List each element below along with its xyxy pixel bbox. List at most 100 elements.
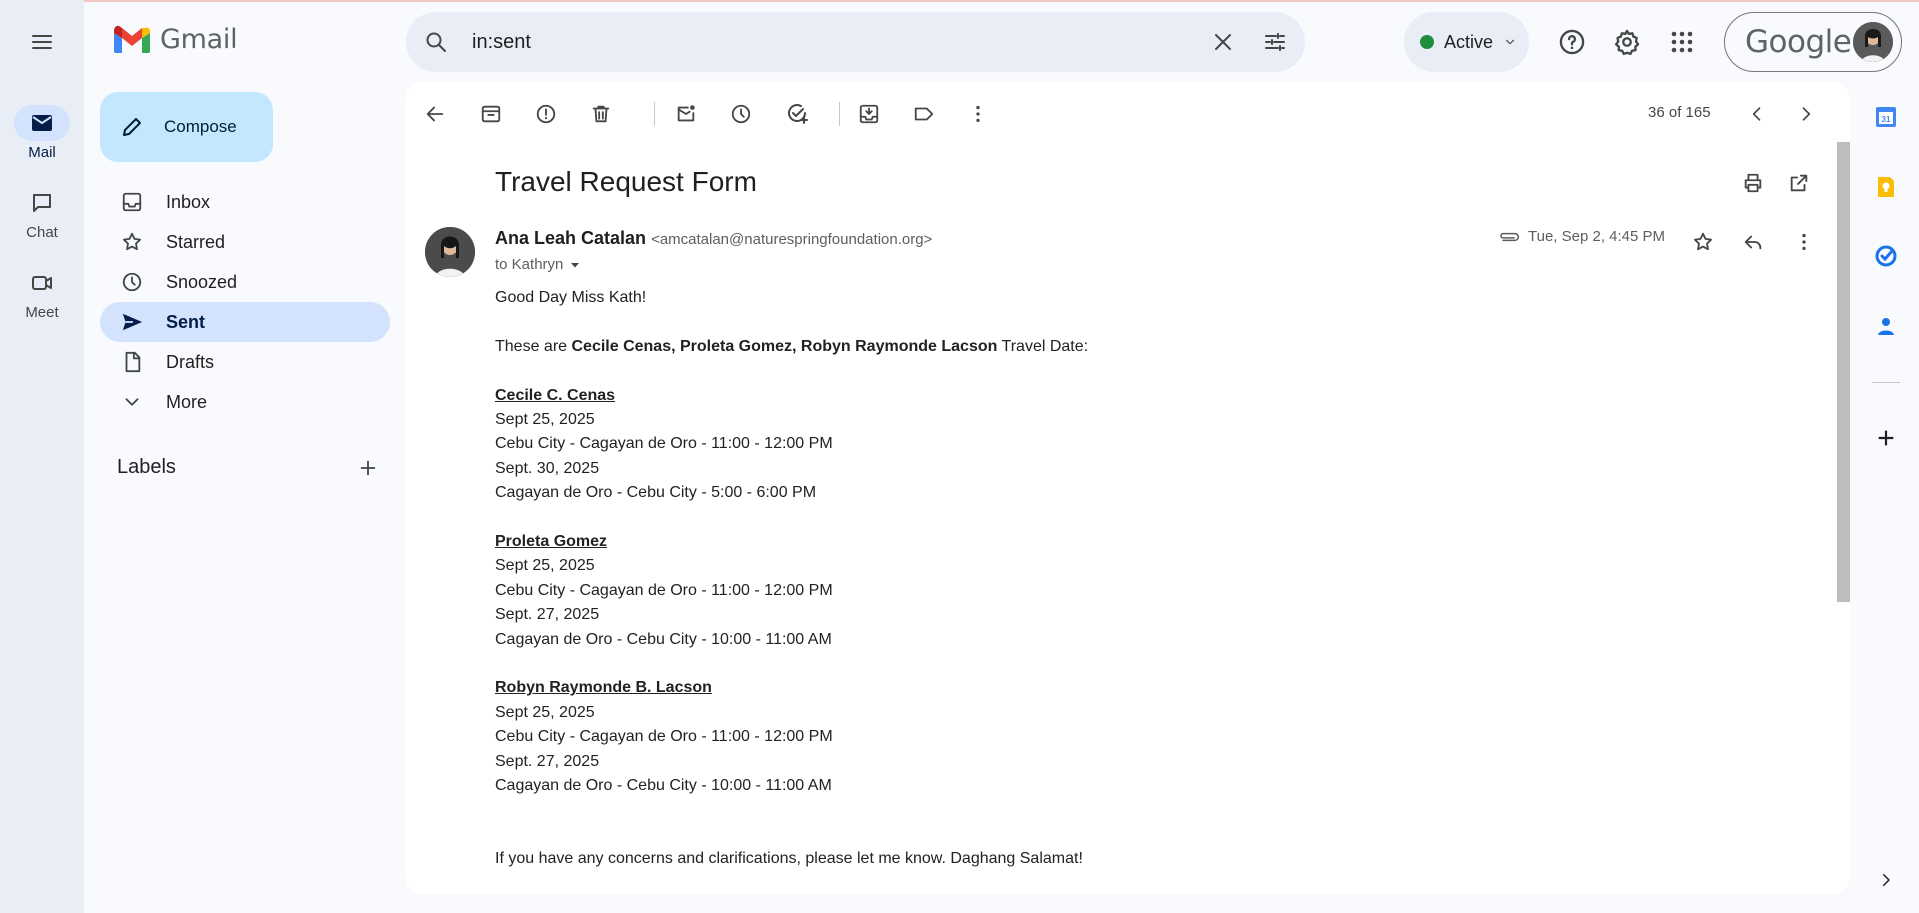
person-name: Proleta Gomez [495,533,608,551]
apps-button[interactable] [1666,26,1698,58]
travel-line: Cagayan de Oro - Cebu City - 5:00 - 6:00… [495,484,817,502]
travel-line: Sept. 30, 2025 [495,459,600,477]
archive-icon [481,105,501,123]
delete-button[interactable] [587,100,615,128]
more-actions-button[interactable] [964,100,992,128]
chevron-right-icon [1802,107,1811,121]
calendar-app-button[interactable]: 31 [1871,102,1901,132]
compose-button[interactable]: Compose [100,92,273,162]
intro-line: These are Cecile Cenas, Proleta Gomez, R… [495,337,1089,355]
chevron-left-icon [1752,107,1761,121]
top-accent-line [0,0,1919,2]
chevron-down-icon [1505,39,1515,45]
archive-button[interactable] [477,100,505,128]
scrollbar[interactable] [1837,142,1850,602]
support-button[interactable] [1556,26,1588,58]
clear-search-button[interactable] [1211,30,1235,54]
email-body: Good Day Miss Kath! These are Cecile Cen… [495,286,1695,872]
reply-button[interactable] [1738,227,1768,257]
travel-line: Cebu City - Cagayan de Oro - 11:00 - 12:… [495,435,833,453]
reply-icon [1744,235,1762,250]
mark-unread-button[interactable] [672,100,700,128]
add-label-button[interactable] [357,457,379,479]
closing-line: If you have any concerns and clarificati… [495,850,1083,868]
caret-down-icon [571,262,580,267]
message-more-button[interactable] [1789,227,1819,257]
travel-line: Sept 25, 2025 [495,557,595,575]
rail-item-meet[interactable]: Meet [0,265,84,321]
search-input[interactable] [472,30,1211,54]
nav-item-snoozed[interactable]: Snoozed [100,262,390,302]
mark-unread-icon [677,105,695,122]
calendar-day: 31 [1882,115,1891,124]
intro-names: Cecile Cenas, Proleta Gomez, Robyn Raymo… [571,337,998,355]
get-addons-button[interactable] [1871,423,1901,453]
gmail-logo[interactable]: Gmail [112,24,238,55]
gmail-m-icon [114,25,150,53]
status-dot [1420,35,1434,49]
nav-label-starred: Starred [166,231,226,252]
help-icon [1559,29,1585,55]
chevron-down-icon [125,398,139,406]
nav-item-starred[interactable]: Starred [100,222,390,262]
search-icon [426,32,446,52]
contacts-app-button[interactable] [1871,311,1901,341]
sender-name[interactable]: Ana Leah Catalan [495,228,646,248]
rail-item-mail[interactable]: Mail [0,105,84,161]
nav-item-inbox[interactable]: Inbox [100,182,390,222]
rail-label-meet: Meet [25,304,59,321]
expand-side-panel-button[interactable] [1871,865,1901,895]
gmail-wordmark: Gmail [160,24,238,55]
chat-icon [33,194,51,212]
star-icon [123,232,141,251]
message-meta: Tue, Sep 2, 4:45 PM [1498,228,1665,245]
move-to-button[interactable] [855,100,883,128]
search-button[interactable] [424,30,448,54]
newer-button[interactable] [1743,100,1771,128]
person-name: Cecile C. Cenas [495,386,616,404]
arrow-back-icon [426,106,444,122]
star-button[interactable] [1688,227,1718,257]
message-panel: 36 of 165 Travel Request Form Ana Leah C… [405,82,1850,894]
recipient-text: to Kathryn [495,256,564,273]
nav-item-sent[interactable]: Sent [100,302,390,342]
status-chip[interactable]: Active [1404,12,1529,72]
nav-label-inbox: Inbox [166,191,211,212]
video-icon [32,276,52,290]
nav-label-snoozed: Snoozed [166,271,238,292]
report-icon [536,104,556,124]
open-in-new-window-button[interactable] [1784,168,1814,198]
nav-item-drafts[interactable]: Drafts [100,342,390,382]
nav-item-more[interactable]: More [100,382,390,422]
apps-grid-icon [1671,31,1693,53]
travel-line: Cebu City - Cagayan de Oro - 11:00 - 12:… [495,728,833,746]
back-button[interactable] [421,100,449,128]
tasks-icon [1875,245,1897,267]
show-details-button[interactable] [569,259,581,271]
older-button[interactable] [1792,100,1820,128]
report-spam-button[interactable] [532,100,560,128]
rail-item-chat[interactable]: Chat [0,185,84,241]
keep-app-button[interactable] [1871,172,1901,202]
labels-button[interactable] [910,100,938,128]
main-menu-button[interactable] [22,28,62,56]
open-in-new-icon [1790,174,1808,192]
travel-line: Cagayan de Oro - Cebu City - 10:00 - 11:… [495,630,832,648]
search-options-button[interactable] [1263,30,1287,54]
sender-avatar[interactable] [425,227,475,277]
app-rail: Mail Chat Meet [0,0,84,913]
more-vert-icon [976,105,980,123]
settings-button[interactable] [1611,26,1643,58]
plus-icon [1878,430,1894,446]
add-to-tasks-button[interactable] [783,100,811,128]
tasks-app-button[interactable] [1871,241,1901,271]
send-icon [122,313,143,331]
snooze-button[interactable] [727,100,755,128]
account-switcher[interactable]: Google [1724,12,1902,72]
rail-label-chat: Chat [26,224,58,241]
sender-email: <amcatalan@naturespringfoundation.org> [651,231,933,248]
close-icon [1215,34,1231,50]
recipient-line: to Kathryn [495,256,581,273]
print-button[interactable] [1738,168,1768,198]
user-avatar-icon [425,227,475,277]
